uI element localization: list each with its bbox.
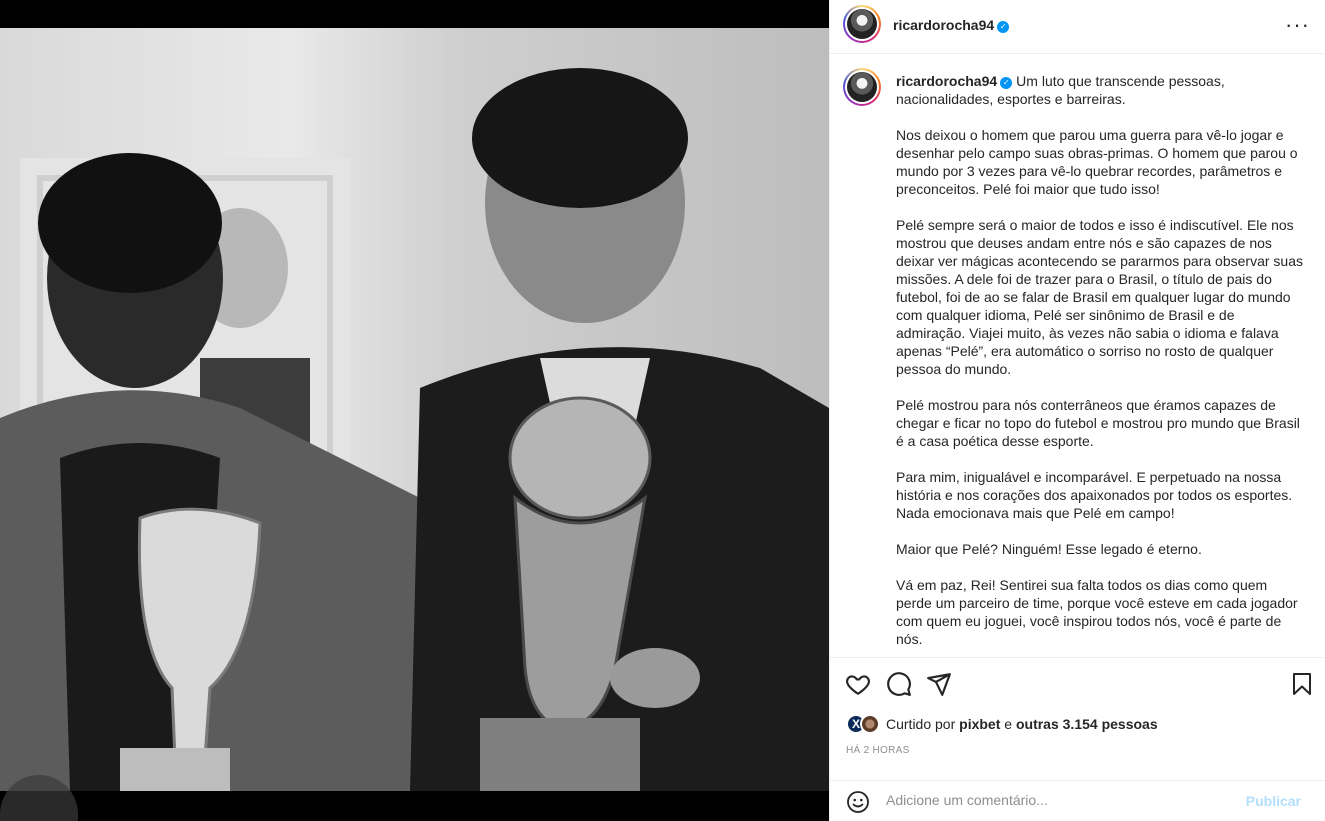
comment-bar: Publicar <box>830 780 1325 821</box>
comment-input[interactable] <box>886 792 1246 808</box>
caption-paragraph: Pelé mostrou para nós conterrâneos que é… <box>896 397 1300 449</box>
photo-illustration <box>0 68 829 791</box>
post-details-panel: ricardorocha94 ✓ ··· ricardorocha94 ✓ Um lu… <box>829 0 1325 821</box>
likes-summary[interactable]: X Curtido por pixbet e outras 3.154 pess… <box>846 714 1158 734</box>
post-timestamp[interactable]: HÁ 2 HORAS <box>846 745 910 756</box>
bookmark-icon[interactable] <box>1290 671 1314 702</box>
avatar-image <box>847 9 877 39</box>
emoji-icon[interactable] <box>846 790 870 814</box>
caption-avatar-ring <box>845 70 879 104</box>
verified-badge-icon: ✓ <box>1000 77 1013 89</box>
likes-text: Curtido por pixbet e outras 3.154 pessoa… <box>886 716 1158 732</box>
verified-badge-icon: ✓ <box>997 21 1010 33</box>
likes-connector: e <box>1004 716 1013 732</box>
caption-paragraph: Nos deixou o homem que parou uma guerra … <box>896 127 1298 197</box>
author-username-text[interactable]: ricardorocha94 <box>893 17 994 33</box>
publish-button[interactable]: Publicar <box>1246 793 1301 809</box>
author-avatar[interactable] <box>843 5 881 43</box>
caption-paragraph: Para mim, inigualável e incomparável. E … <box>896 469 1293 521</box>
likes-prefix: Curtido por <box>886 716 956 732</box>
comment-icon[interactable] <box>886 671 912 702</box>
post-photo <box>0 28 829 791</box>
caption-username-text[interactable]: ricardorocha94 <box>896 73 997 89</box>
liker-avatar[interactable] <box>860 714 880 734</box>
caption-area[interactable]: ricardorocha94 ✓ Um luto que transcende pe… <box>830 55 1325 657</box>
caption-username[interactable]: ricardorocha94 ✓ <box>896 73 1013 89</box>
post-actions: X Curtido por pixbet e outras 3.154 pess… <box>830 657 1325 796</box>
caption-avatar-image <box>847 72 877 102</box>
author-username[interactable]: ricardorocha94 ✓ <box>893 17 1010 33</box>
likes-others-link[interactable]: outras 3.154 pessoas <box>1016 716 1158 732</box>
caption-text: ricardorocha94 ✓ Um luto que transcende pe… <box>896 72 1306 657</box>
heart-icon[interactable] <box>845 671 871 702</box>
more-options-icon[interactable]: ··· <box>1285 12 1310 38</box>
post-header: ricardorocha94 ✓ ··· <box>830 0 1325 54</box>
caption-paragraph: ricardorocha94 ✓ Um luto que transcende pe… <box>896 72 1306 108</box>
caption-paragraph: Vá em paz, Rei! Sentirei sua falta todos… <box>896 577 1298 647</box>
share-icon[interactable] <box>926 671 952 702</box>
post-media[interactable] <box>0 0 829 821</box>
caption-author-avatar[interactable] <box>843 68 881 106</box>
likes-user-link[interactable]: pixbet <box>959 716 1000 732</box>
caption-paragraph: Pelé sempre será o maior de todos e isso… <box>896 217 1303 377</box>
caption-paragraph: Maior que Pelé? Ninguém! Esse legado é e… <box>896 541 1202 557</box>
avatar-ring <box>845 7 879 41</box>
